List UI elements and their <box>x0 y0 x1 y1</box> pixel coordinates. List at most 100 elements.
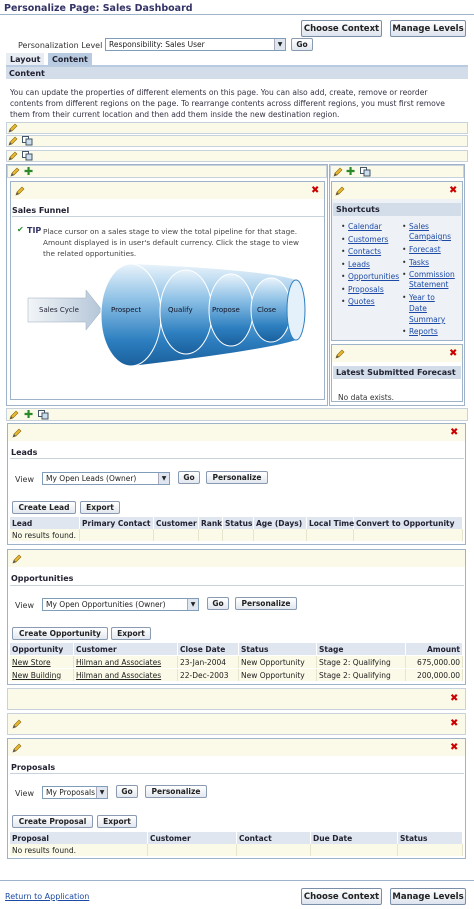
opportunities-export-button[interactable]: Export <box>111 627 151 640</box>
remove-icon[interactable]: ✖ <box>450 694 458 704</box>
prop-col-contact[interactable]: Contact <box>237 832 311 844</box>
stage-label-prospect[interactable]: Prospect <box>111 306 141 314</box>
add-icon[interactable]: ✚ <box>346 166 355 177</box>
shortcut-ytd-summary[interactable]: Year to <box>402 293 435 303</box>
pencil-icon[interactable] <box>10 167 20 177</box>
opportunities-view-select[interactable]: My Open Opportunities (Owner) ▼ <box>42 598 199 611</box>
pencil-icon[interactable] <box>333 167 343 177</box>
shortcut-leads[interactable]: Leads <box>341 260 370 270</box>
shortcut-quotes[interactable]: Quotes <box>341 297 375 307</box>
level-go-button[interactable]: Go <box>291 38 313 51</box>
proposals-personalize-button[interactable]: Personalize <box>145 785 207 798</box>
shortcut-reports[interactable]: Reports <box>402 327 438 337</box>
add-icon[interactable]: ✚ <box>24 409 33 420</box>
pencil-icon[interactable] <box>12 554 22 564</box>
stage-label-propose[interactable]: Propose <box>212 306 240 314</box>
pencil-icon[interactable] <box>15 186 25 196</box>
shortcut-proposals[interactable]: Proposals <box>341 285 384 295</box>
opp-row-1-amount: 675,000.00 <box>406 656 463 668</box>
reorder-icon[interactable] <box>22 136 33 146</box>
table-cell <box>254 529 307 541</box>
opp-col-customer[interactable]: Customer <box>74 643 178 655</box>
shortcut-calendar[interactable]: Calendar <box>341 222 382 232</box>
create-proposal-button[interactable]: Create Proposal <box>12 815 93 828</box>
reorder-icon[interactable] <box>38 410 49 420</box>
opp-row-1-customer[interactable]: Hilman and Associates <box>74 656 178 668</box>
return-to-application-link[interactable]: Return to Application <box>5 892 89 901</box>
stage-label-close[interactable]: Close <box>257 306 276 314</box>
personalization-level-select[interactable]: Responsibility: Sales User ▼ <box>105 38 286 51</box>
pencil-icon[interactable] <box>12 743 22 753</box>
pencil-icon[interactable] <box>335 186 345 196</box>
tab-layout[interactable]: Layout <box>6 53 45 65</box>
create-opportunity-button[interactable]: Create Opportunity <box>12 627 108 640</box>
pencil-icon[interactable] <box>9 410 19 420</box>
shortcut-customers[interactable]: Customers <box>341 235 388 245</box>
shortcut-sales-campaigns[interactable]: Sales <box>402 222 429 232</box>
opp-row-2-customer[interactable]: Hilman and Associates <box>74 669 178 681</box>
sales-funnel-chart[interactable] <box>26 260 326 370</box>
opp-col-close-date[interactable]: Close Date <box>178 643 239 655</box>
proposals-go-button[interactable]: Go <box>116 785 138 798</box>
pencil-icon[interactable] <box>335 349 345 359</box>
pencil-icon[interactable] <box>8 123 18 133</box>
leads-view-select[interactable]: My Open Leads (Owner) ▼ <box>42 472 170 485</box>
reorder-icon[interactable] <box>360 167 371 177</box>
funnel-stage-prospect[interactable] <box>100 263 162 367</box>
leads-col-status[interactable]: Status <box>223 517 254 529</box>
shortcut-sales-campaigns-line2[interactable]: Campaigns <box>409 232 451 242</box>
reorder-icon[interactable] <box>22 151 33 161</box>
shortcut-ytd-summary-line2[interactable]: Date <box>409 304 427 314</box>
remove-icon[interactable]: ✖ <box>450 743 458 753</box>
leads-col-primary-contact[interactable]: Primary Contact <box>80 517 154 529</box>
leads-col-rank[interactable]: Rank <box>199 517 223 529</box>
create-lead-button[interactable]: Create Lead <box>12 501 76 514</box>
prop-col-status[interactable]: Status <box>398 832 463 844</box>
tab-content[interactable]: Content <box>48 53 92 65</box>
forecast-toolbar <box>332 345 462 362</box>
opportunities-go-button[interactable]: Go <box>207 597 229 610</box>
proposals-export-button[interactable]: Export <box>97 815 137 828</box>
opp-col-opportunity[interactable]: Opportunity <box>10 643 74 655</box>
choose-context-button[interactable]: Choose Context <box>301 20 382 37</box>
prop-col-due-date[interactable]: Due Date <box>311 832 398 844</box>
remove-icon[interactable]: ✖ <box>449 186 457 196</box>
pencil-icon[interactable] <box>8 136 18 146</box>
choose-context-button-bottom[interactable]: Choose Context <box>301 888 382 905</box>
manage-levels-button[interactable]: Manage Levels <box>390 20 466 37</box>
leads-col-convert[interactable]: Convert to Opportunity <box>354 517 463 529</box>
remove-icon[interactable]: ✖ <box>450 719 458 729</box>
leads-export-button[interactable]: Export <box>80 501 120 514</box>
leads-col-lead[interactable]: Lead <box>10 517 80 529</box>
leads-col-age[interactable]: Age (Days) <box>254 517 307 529</box>
opp-row-1-name[interactable]: New Store <box>10 656 74 668</box>
shortcut-contacts[interactable]: Contacts <box>341 247 381 257</box>
opp-col-stage[interactable]: Stage <box>317 643 406 655</box>
leads-col-local-time[interactable]: Local Time <box>307 517 354 529</box>
opp-row-2-name[interactable]: New Building <box>10 669 74 681</box>
remove-icon[interactable]: ✖ <box>449 349 457 359</box>
shortcut-tasks[interactable]: Tasks <box>402 258 429 268</box>
add-icon[interactable]: ✚ <box>24 166 33 177</box>
opportunities-personalize-button[interactable]: Personalize <box>235 597 297 610</box>
shortcut-ytd-summary-line3[interactable]: Summary <box>409 315 445 325</box>
leads-go-button[interactable]: Go <box>178 471 200 484</box>
shortcut-commission-statement-line2[interactable]: Statement <box>409 280 448 290</box>
proposals-view-select[interactable]: My Proposals ▼ <box>42 786 108 799</box>
stage-label-qualify[interactable]: Qualify <box>168 306 193 314</box>
pencil-icon[interactable] <box>12 719 22 729</box>
manage-levels-button-bottom[interactable]: Manage Levels <box>390 888 466 905</box>
leads-personalize-button[interactable]: Personalize <box>206 471 268 484</box>
shortcut-opportunities[interactable]: Opportunities <box>341 272 399 282</box>
shortcut-forecast[interactable]: Forecast <box>402 245 441 255</box>
shortcut-commission-statement[interactable]: Commission <box>402 270 455 280</box>
pencil-icon[interactable] <box>8 151 18 161</box>
opp-col-status[interactable]: Status <box>239 643 317 655</box>
prop-col-proposal[interactable]: Proposal <box>10 832 148 844</box>
prop-col-customer[interactable]: Customer <box>148 832 237 844</box>
opp-col-amount[interactable]: Amount <box>406 643 463 655</box>
leads-col-customer[interactable]: Customer <box>154 517 199 529</box>
remove-icon[interactable]: ✖ <box>311 186 319 196</box>
pencil-icon[interactable] <box>12 428 22 438</box>
remove-icon[interactable]: ✖ <box>450 428 458 438</box>
